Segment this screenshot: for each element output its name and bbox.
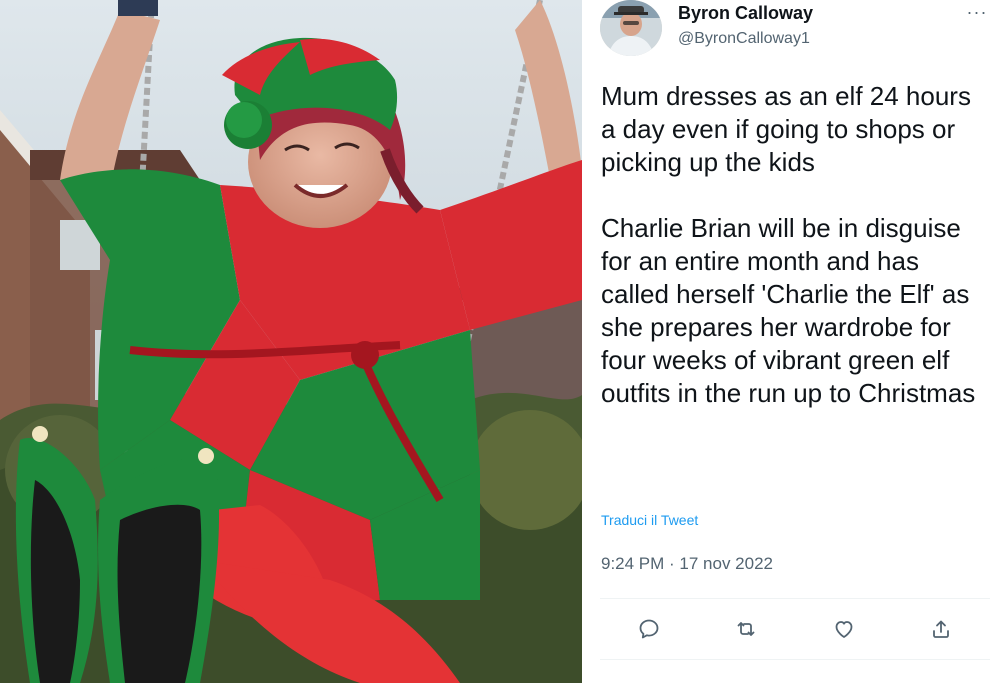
elf-on-swing-image: [0, 0, 582, 683]
avatar[interactable]: [600, 0, 662, 56]
screen: Byron Calloway @ByronCalloway1 ··· Mum d…: [0, 0, 1000, 683]
user-handle[interactable]: @ByronCalloway1: [678, 30, 810, 48]
tweet-text: Mum dresses as an elf 24 hours a day eve…: [601, 81, 976, 408]
tweet-card: Byron Calloway @ByronCalloway1 ··· Mum d…: [582, 0, 1000, 683]
reply-icon: [639, 619, 659, 639]
share-icon: [933, 620, 950, 638]
divider: [600, 659, 990, 660]
display-name[interactable]: Byron Calloway: [678, 3, 813, 24]
reply-button[interactable]: [629, 609, 669, 649]
translate-tweet-link[interactable]: Traduci il Tweet: [601, 512, 698, 528]
avatar-image: [600, 0, 662, 56]
retweet-icon: [737, 622, 755, 636]
share-button[interactable]: [921, 609, 961, 649]
tweet-photo[interactable]: [0, 0, 582, 683]
tweet-timestamp[interactable]: 9:24 PM · 17 nov 2022: [601, 554, 773, 574]
like-icon: [835, 621, 853, 638]
like-button[interactable]: [824, 609, 864, 649]
retweet-button[interactable]: [726, 609, 766, 649]
tweet-actions-bar: [600, 599, 990, 659]
more-options-icon[interactable]: ···: [962, 0, 992, 24]
